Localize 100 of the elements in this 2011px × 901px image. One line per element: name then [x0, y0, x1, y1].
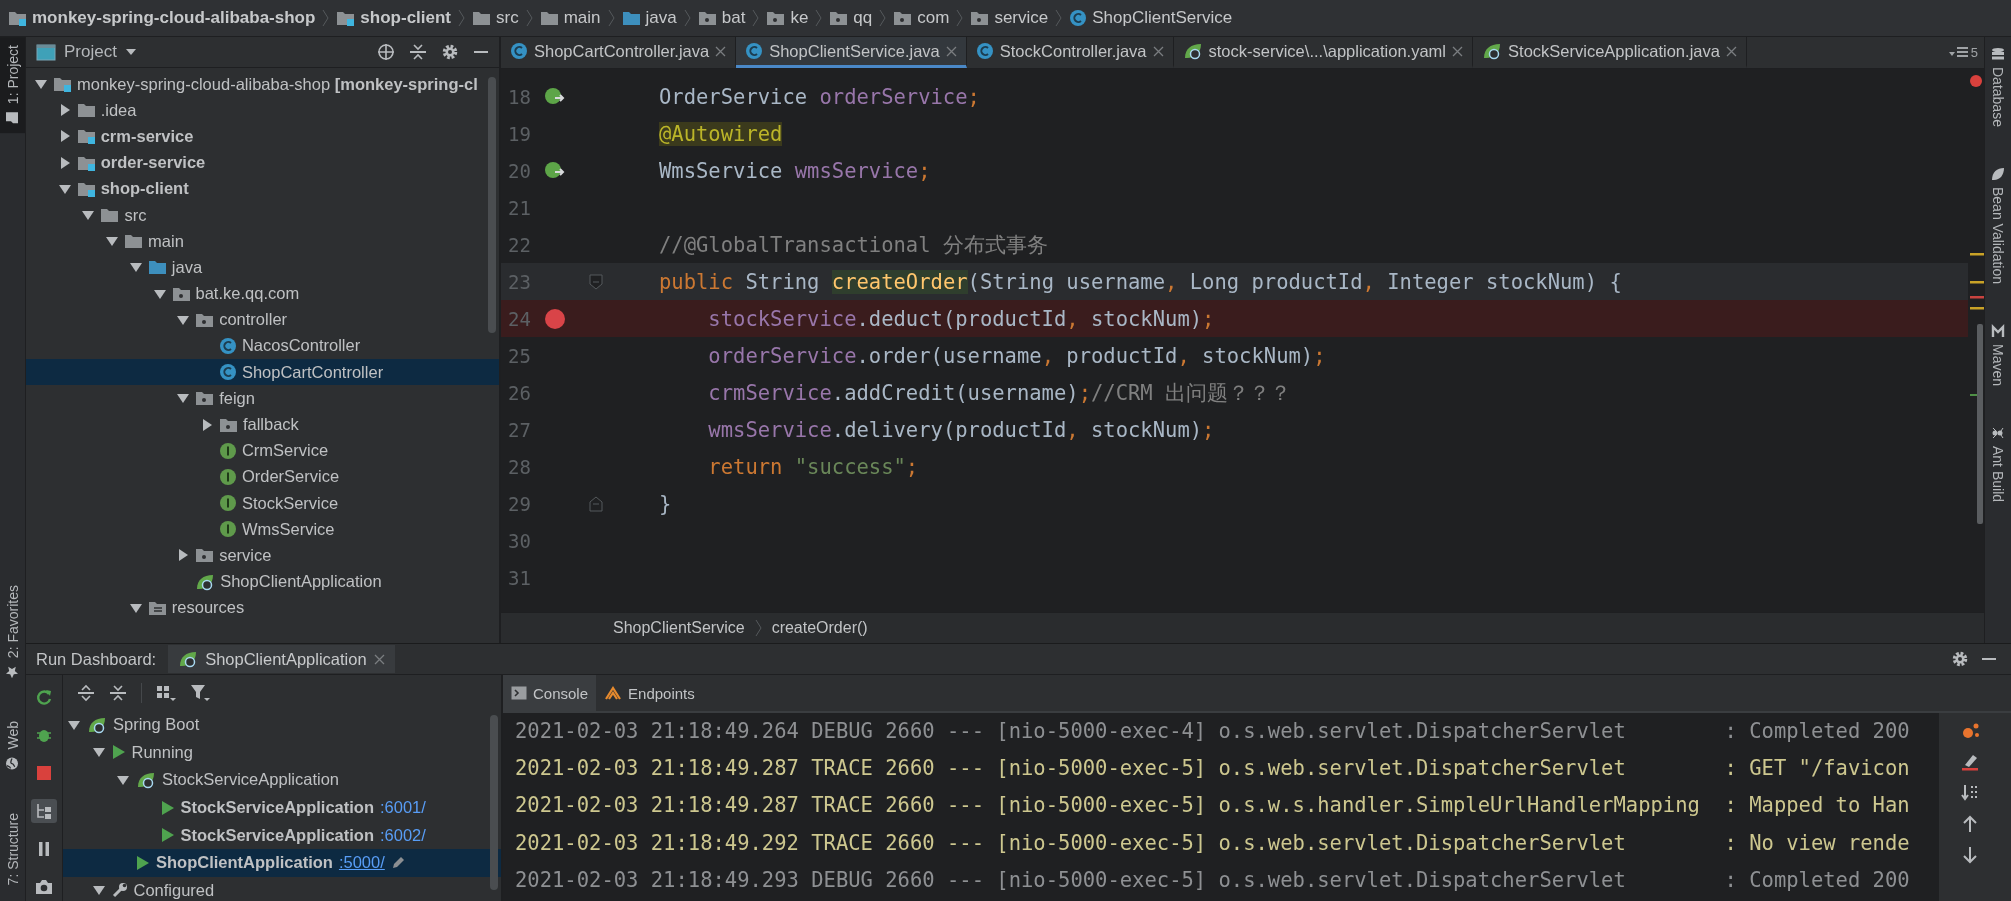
tree-item[interactable]: ShopClientApplication :5000/ — [63, 848, 501, 877]
expand-all-icon[interactable] — [77, 684, 95, 702]
console-tab[interactable]: Endpoints — [596, 675, 703, 711]
tree-item[interactable]: order-service — [26, 149, 499, 176]
class-icon — [975, 42, 994, 60]
pencil-icon[interactable] — [390, 855, 405, 870]
up-arrow-icon[interactable] — [1961, 814, 1979, 834]
terminal-icon — [511, 686, 527, 700]
breadcrumb-item[interactable]: java — [621, 8, 677, 28]
tree-item[interactable]: bat.ke.qq.com — [26, 280, 499, 307]
tree-item[interactable]: fallback — [26, 411, 499, 438]
group-icon[interactable] — [156, 684, 176, 702]
breadcrumb-item[interactable]: shop-client — [336, 8, 452, 28]
tree-item[interactable]: CrmService — [26, 437, 499, 464]
tool-window-tab[interactable]: Web — [0, 713, 25, 779]
down-arrow-icon[interactable] — [1961, 845, 1979, 865]
breadcrumb-item[interactable]: ShopClientService — [1069, 8, 1233, 28]
tree-item[interactable]: NacosController — [26, 332, 499, 360]
breadcrumb-item[interactable]: monkey-spring-cloud-alibaba-shop — [8, 8, 316, 28]
run-icon — [160, 799, 175, 816]
separator-icon — [879, 9, 887, 27]
tree-item[interactable]: service — [26, 542, 499, 569]
crosshair-icon[interactable] — [377, 43, 395, 61]
line-number: 24 — [507, 307, 531, 330]
breadcrumb-item[interactable]: createOrder() — [771, 619, 868, 637]
tree-item[interactable]: ShopCartController — [26, 359, 499, 386]
code-text: OrderService orderService; — [659, 84, 980, 109]
breadcrumb-item[interactable]: com — [893, 8, 950, 28]
tree-item[interactable]: resources — [26, 594, 499, 621]
breadcrumb-item[interactable]: ShopClientService — [613, 619, 745, 637]
tree-item[interactable]: WmsService — [26, 516, 499, 543]
console-tab[interactable]: Console — [503, 675, 597, 711]
package-icon — [195, 547, 215, 564]
editor-tab[interactable]: StockController.java — [966, 37, 1174, 68]
code-text: wmsService.delivery(productId, stockNum); — [707, 417, 1215, 442]
tree-item[interactable]: shop-client — [26, 175, 499, 202]
tree-item[interactable]: controller — [26, 306, 499, 333]
close-icon[interactable] — [373, 653, 385, 665]
dashboard-tab[interactable]: ShopClientApplication — [168, 645, 395, 673]
folder-icon — [100, 207, 120, 224]
layout-button[interactable] — [31, 799, 57, 823]
settings-icon[interactable] — [441, 43, 459, 61]
tree-item[interactable]: .idea — [26, 97, 499, 124]
editor-tab[interactable]: ShopClientService.java — [736, 37, 967, 68]
tree-item[interactable]: StockServiceApplication — [63, 766, 501, 794]
tree-item[interactable]: src — [26, 201, 499, 229]
sort-icon[interactable] — [1960, 783, 1980, 803]
tool-window-tab[interactable]: Bean Validation — [1985, 166, 2011, 284]
settings-icon[interactable] — [1951, 650, 1969, 668]
close-icon[interactable] — [715, 45, 727, 57]
tool-window-tab[interactable]: 1: Project — [0, 37, 25, 134]
breadcrumb-item[interactable]: bat — [697, 8, 746, 28]
tool-window-tab[interactable]: Maven — [1985, 324, 2011, 386]
tree-item[interactable]: OrderService — [26, 463, 499, 490]
close-icon[interactable] — [1725, 45, 1737, 57]
endpoints-icon[interactable] — [1960, 721, 1980, 741]
tree-item[interactable]: StockService — [26, 490, 499, 517]
tree-item[interactable]: StockServiceApplication :6001/ — [63, 793, 501, 822]
tree-item[interactable]: ShopClientApplication — [26, 568, 499, 595]
view-dropdown[interactable]: Project — [36, 42, 137, 62]
tool-window-tab[interactable]: Database — [1985, 47, 2011, 127]
editor-tab[interactable]: stock-service\...\application.yaml — [1173, 37, 1474, 68]
tree-item[interactable]: feign — [26, 385, 499, 412]
close-icon[interactable] — [945, 45, 957, 57]
breadcrumb-item[interactable]: main — [539, 8, 601, 28]
breadcrumb-item[interactable]: ke — [766, 8, 809, 28]
tree-item[interactable]: Configured — [63, 876, 501, 901]
tool-window-tab[interactable]: Ant Build — [1985, 426, 2011, 503]
tab-list-button[interactable]: 5 — [1942, 37, 1984, 68]
tool-window-tab[interactable]: 2: Favorites — [0, 576, 25, 688]
tool-window-tab[interactable]: 7: Structure — [0, 804, 25, 893]
leaf-icon — [1991, 166, 2005, 181]
filter-icon[interactable] — [190, 684, 210, 702]
tree-item[interactable]: monkey-spring-cloud-alibaba-shop [monkey-spring-cl — [26, 71, 499, 98]
line-number: 28 — [507, 455, 531, 478]
tree-item[interactable]: StockServiceApplication :6002/ — [63, 821, 501, 849]
collapse-all-icon[interactable] — [109, 684, 127, 702]
close-icon[interactable] — [1452, 45, 1464, 57]
clear-icon[interactable] — [1960, 752, 1980, 772]
breadcrumb-item[interactable]: src — [472, 8, 519, 28]
tree-item[interactable]: java — [26, 254, 499, 281]
breadcrumb-item[interactable]: service — [970, 8, 1049, 28]
tree-item[interactable]: main — [26, 228, 499, 255]
line-number: 20 — [507, 159, 531, 182]
separator-icon — [458, 9, 466, 27]
scrollbar-thumb[interactable] — [490, 715, 498, 890]
tree-item[interactable]: crm-service — [26, 123, 499, 150]
module-folder-icon — [76, 154, 96, 171]
breadcrumb-item[interactable]: qq — [829, 8, 873, 28]
breakpoint-icon[interactable] — [544, 307, 566, 330]
scrollbar-thumb[interactable] — [488, 77, 496, 333]
collapse-all-icon[interactable] — [409, 43, 427, 61]
close-icon[interactable] — [1152, 45, 1164, 57]
expand-arrow-icon[interactable] — [116, 773, 130, 787]
editor-tab[interactable]: StockServiceApplication.java — [1473, 37, 1747, 68]
rerun-icon — [35, 688, 53, 706]
line-number: 19 — [507, 122, 531, 145]
tree-item[interactable]: Spring Boot — [63, 711, 501, 739]
tree-item[interactable]: Running — [63, 738, 501, 767]
ant-icon — [1991, 426, 2005, 440]
